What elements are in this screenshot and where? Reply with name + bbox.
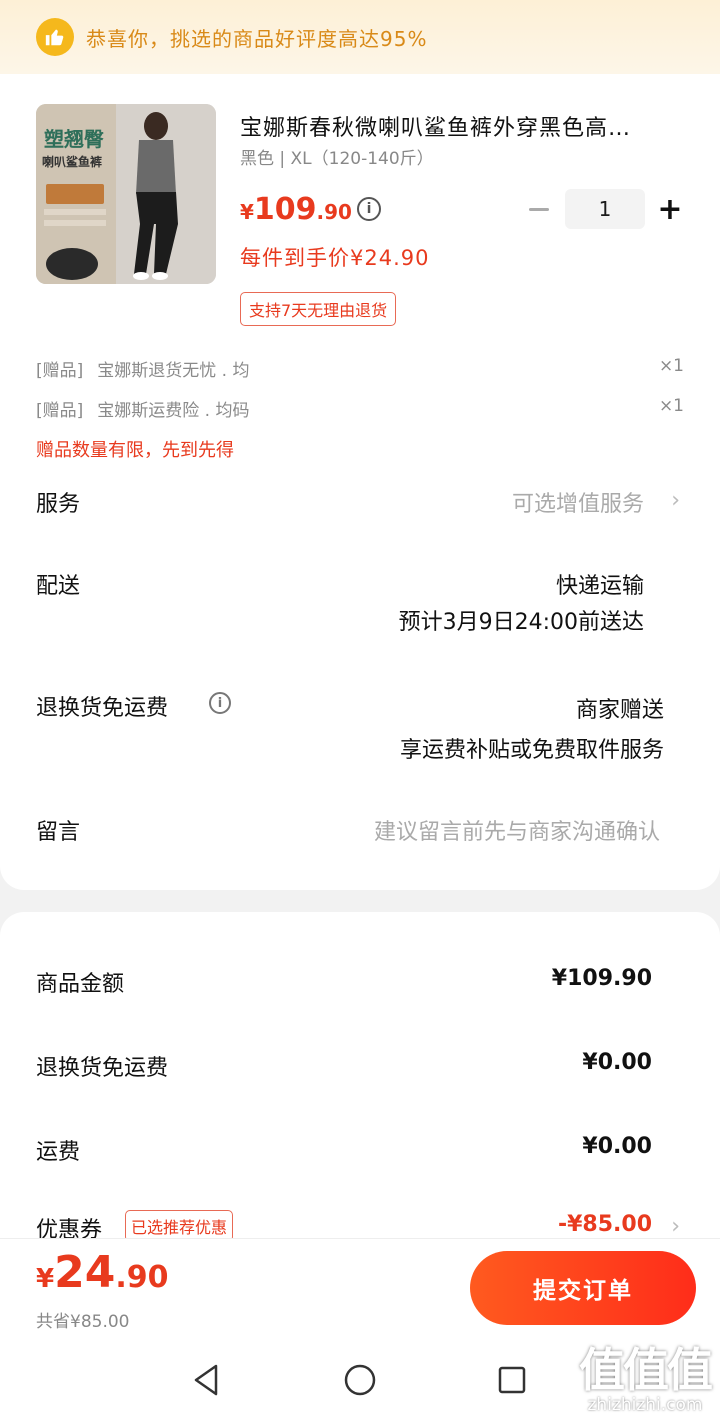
gift-name: 宝娜斯运费险 . 均码 xyxy=(97,401,250,421)
banner-text: 恭喜你，挑选的商品好评度高达95% xyxy=(86,26,428,51)
coupon-value[interactable]: -¥85.00 xyxy=(558,1212,652,1237)
order-item-card: 塑翘臀 喇叭鲨鱼裤 宝娜斯春秋微喇叭鲨鱼裤外穿黑色高… 黑色 | XL（120-… xyxy=(0,74,720,890)
product-price: ¥ 109 .90 xyxy=(240,192,352,227)
gift-qty: ×1 xyxy=(658,356,684,376)
info-icon[interactable]: i xyxy=(209,692,231,714)
checkout-bar: ¥ 24 .90 共省¥85.00 提交订单 xyxy=(0,1238,720,1338)
image-caption-2: 喇叭鲨鱼裤 xyxy=(42,154,102,169)
gift-limited-notice: 赠品数量有限，先到先得 xyxy=(36,440,234,461)
site-watermark: 值值值 zhizhizhi.com xyxy=(570,1338,720,1421)
total-decimal: .90 xyxy=(115,1260,169,1295)
product-title[interactable]: 宝娜斯春秋微喇叭鲨鱼裤外穿黑色高… xyxy=(240,110,684,142)
minus-icon xyxy=(529,207,549,211)
submit-order-button[interactable]: 提交订单 xyxy=(470,1251,696,1325)
back-icon[interactable] xyxy=(186,1362,226,1398)
delivery-label: 配送 xyxy=(36,574,81,599)
goods-amount-label: 商品金额 xyxy=(36,972,125,997)
gift-tag: [赠品] xyxy=(36,401,84,421)
return-shipping-fee-label: 退换货免运费 xyxy=(36,1056,169,1081)
unit-final-price: 每件到手价¥24.90 xyxy=(240,246,430,270)
watermark-logo: 值值值 xyxy=(579,1342,713,1397)
message-label: 留言 xyxy=(36,820,81,845)
price-info-icon[interactable]: i xyxy=(357,197,381,221)
home-icon[interactable] xyxy=(340,1362,380,1398)
price-integer: 109 xyxy=(253,192,317,227)
product-image[interactable]: 塑翘臀 喇叭鲨鱼裤 xyxy=(36,104,216,284)
quantity-decrease-button[interactable] xyxy=(524,192,554,226)
message-input[interactable]: 建议留言前先与商家沟通确认 xyxy=(374,814,660,846)
recent-apps-icon[interactable] xyxy=(492,1362,532,1398)
gift-qty: ×1 xyxy=(658,396,684,416)
total-currency: ¥ xyxy=(36,1264,55,1294)
product-spec[interactable]: 黑色 | XL（120-140斤） xyxy=(240,144,434,169)
gift-item: [赠品] 宝娜斯退货无忧 . 均 ×1 xyxy=(36,356,684,381)
total-integer: 24 xyxy=(54,1247,116,1298)
shipping-fee-label: 运费 xyxy=(36,1140,81,1165)
delivery-method: 快递运输 xyxy=(555,574,644,599)
image-caption-1: 塑翘臀 xyxy=(44,127,104,151)
shipping-fee-value: ¥0.00 xyxy=(582,1134,652,1159)
chevron-right-icon[interactable]: › xyxy=(671,488,680,513)
return-shipping-detail: 享运费补贴或免费取件服务 xyxy=(399,738,664,763)
return-policy-tag: 支持7天无理由退货 xyxy=(240,292,397,326)
total-saved: 共省¥85.00 xyxy=(36,1312,130,1332)
gift-item: [赠品] 宝娜斯运费险 . 均码 ×1 xyxy=(36,396,684,421)
price-decimal: .90 xyxy=(316,200,352,224)
quantity-increase-button[interactable]: + xyxy=(655,192,685,227)
price-summary-card: 商品金额 ¥109.90 退换货免运费 ¥0.00 运费 ¥0.00 优惠券 已… xyxy=(0,912,720,1252)
recommendation-banner: 恭喜你，挑选的商品好评度高达95% xyxy=(0,0,720,74)
thumbs-up-icon xyxy=(36,18,74,56)
gift-name: 宝娜斯退货无忧 . 均 xyxy=(97,361,250,381)
chevron-right-icon[interactable]: › xyxy=(671,1214,680,1239)
service-label: 服务 xyxy=(36,492,81,517)
price-currency: ¥ xyxy=(240,200,254,224)
gift-tag: [赠品] xyxy=(36,361,84,381)
service-option[interactable]: 可选增值服务 xyxy=(512,486,644,518)
return-shipping-value: 商家赠送 xyxy=(575,698,664,723)
total-price: ¥ 24 .90 xyxy=(36,1247,168,1298)
watermark-url: zhizhizhi.com xyxy=(587,1394,703,1415)
goods-amount-value: ¥109.90 xyxy=(551,966,652,991)
return-shipping-label: 退换货免运费 xyxy=(36,696,169,721)
return-shipping-fee-value: ¥0.00 xyxy=(582,1050,652,1075)
quantity-input[interactable]: 1 xyxy=(565,189,645,229)
delivery-eta: 预计3月9日24:00前送达 xyxy=(398,610,644,635)
